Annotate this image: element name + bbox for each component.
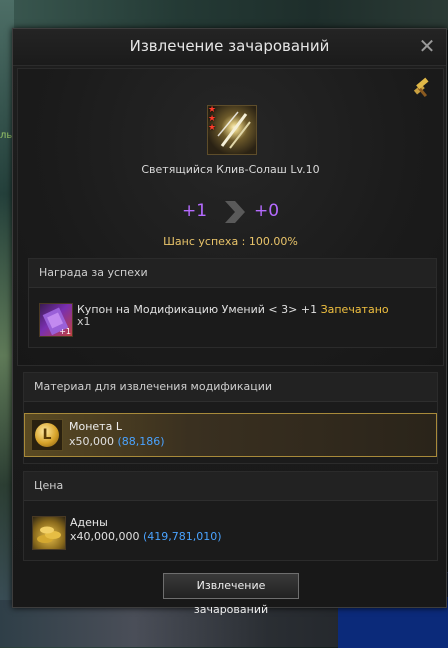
- dialog-title: Извлечение зачарований: [129, 37, 330, 55]
- price-required: x40,000,000: [70, 530, 140, 543]
- material-owned: (88,186): [117, 435, 165, 448]
- title-bar: Извлечение зачарований ✕: [13, 29, 446, 66]
- weapon-icon[interactable]: ★ ★ ★: [207, 105, 257, 155]
- close-icon[interactable]: ✕: [418, 36, 436, 56]
- material-required: x50,000: [69, 435, 114, 448]
- price-quantity: x40,000,000 (419,781,010): [70, 530, 222, 543]
- extract-enchant-dialog: Извлечение зачарований ✕ ★ ★ ★ Светящийс…: [12, 28, 447, 616]
- game-side-text: ль: [0, 130, 13, 141]
- game-background-top: [0, 0, 448, 30]
- enchant-change: +1 +0: [18, 199, 443, 229]
- coupon-badge: +1: [59, 327, 71, 336]
- coupon-icon[interactable]: +1: [39, 303, 73, 337]
- arrow-right-icon: [225, 201, 245, 223]
- sword-icon: [217, 111, 251, 149]
- coin-l-icon: L: [35, 423, 59, 447]
- reward-sealed-status: Запечатано: [320, 303, 389, 316]
- material-section: Материал для извлечения модификации L Мо…: [23, 372, 438, 464]
- reward-section: Награда за успехи +1 Купон на Модификаци…: [28, 258, 437, 348]
- reward-quantity: x1: [77, 315, 91, 328]
- coin-slot[interactable]: L: [31, 419, 63, 451]
- reward-header: Награда за успехи: [29, 259, 436, 288]
- enchant-from: +1: [182, 201, 208, 221]
- price-name: Адены: [70, 516, 108, 529]
- material-row[interactable]: L Монета L x50,000 (88,186): [24, 413, 437, 457]
- reward-item-name: Купон на Модификацию Умений < 3> +1: [77, 303, 318, 316]
- success-chance: Шанс успеха : 100.00%: [163, 235, 298, 248]
- adena-icon[interactable]: [32, 516, 66, 550]
- coins-icon: [37, 526, 61, 543]
- price-section: Цена Адены x40,000,000 (419,781,010): [23, 471, 438, 561]
- extract-enchant-button[interactable]: Извлечение зачарований: [163, 573, 299, 616]
- material-name: Монета L: [69, 420, 122, 433]
- price-header: Цена: [24, 472, 437, 501]
- material-quantity: x50,000 (88,186): [69, 435, 165, 448]
- item-name: Светящийся Клив-Солаш Lv.10: [141, 163, 320, 176]
- item-panel: ★ ★ ★ Светящийся Клив-Солаш Lv.10 +1 +0 …: [17, 68, 444, 366]
- reward-name: Купон на Модификацию Умений < 3> +1 Запе…: [77, 303, 389, 316]
- hammer-icon[interactable]: [411, 77, 433, 99]
- enchant-to: +0: [254, 201, 280, 221]
- material-header: Материал для извлечения модификации: [24, 373, 437, 402]
- price-owned: (419,781,010): [143, 530, 222, 543]
